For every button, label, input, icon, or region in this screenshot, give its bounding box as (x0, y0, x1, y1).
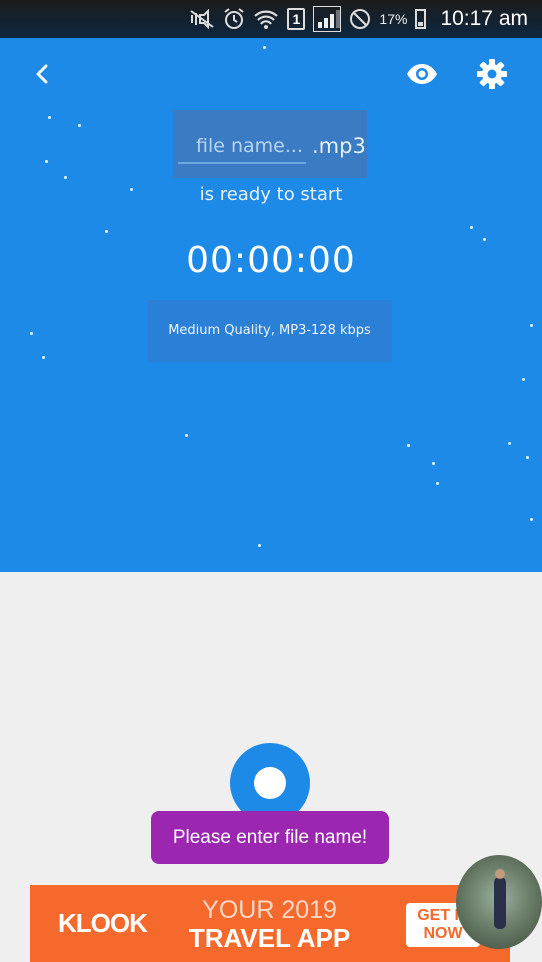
mute-vibrate-icon (189, 9, 215, 29)
back-button[interactable] (24, 56, 60, 92)
toast-message: Please enter file name! (151, 811, 389, 864)
recording-timer: 00:00:00 (186, 240, 356, 281)
status-bar: 1 17% 10:17 am (0, 0, 542, 38)
signal-icon (313, 6, 342, 32)
do-not-disturb-icon (349, 8, 371, 30)
sim-indicator: 1 (287, 8, 306, 30)
ad-headline: YOUR 2019 TRAVEL APP (189, 896, 350, 952)
preview-button[interactable] (400, 56, 444, 92)
avatar-person (494, 869, 506, 929)
status-text: is ready to start (199, 184, 343, 205)
ad-banner[interactable]: KLOOK YOUR 2019 TRAVEL APP GET IT NOW (30, 885, 510, 962)
wifi-icon (253, 8, 279, 30)
ad-line2: TRAVEL APP (188, 922, 351, 953)
ad-avatar-image[interactable] (456, 855, 542, 949)
file-extension: .mp3 (312, 134, 366, 158)
battery-percent: 17% (379, 11, 408, 27)
clock: 10:17 am (440, 7, 528, 30)
ad-line1: YOUR 2019 (202, 895, 337, 924)
ad-brand-logo: KLOOK (58, 908, 148, 938)
file-name-input[interactable] (178, 130, 306, 164)
record-icon (254, 767, 286, 799)
quality-label[interactable]: Medium Quality, MP3-128 kbps (147, 323, 392, 338)
eye-icon (407, 64, 437, 84)
settings-button[interactable] (472, 54, 512, 94)
gear-icon (477, 59, 507, 89)
battery-icon (415, 9, 427, 29)
alarm-icon (223, 8, 245, 30)
recorder-panel: .mp3 is ready to start 00:00:00 Medium Q… (0, 38, 542, 572)
chevron-left-icon (36, 64, 48, 84)
